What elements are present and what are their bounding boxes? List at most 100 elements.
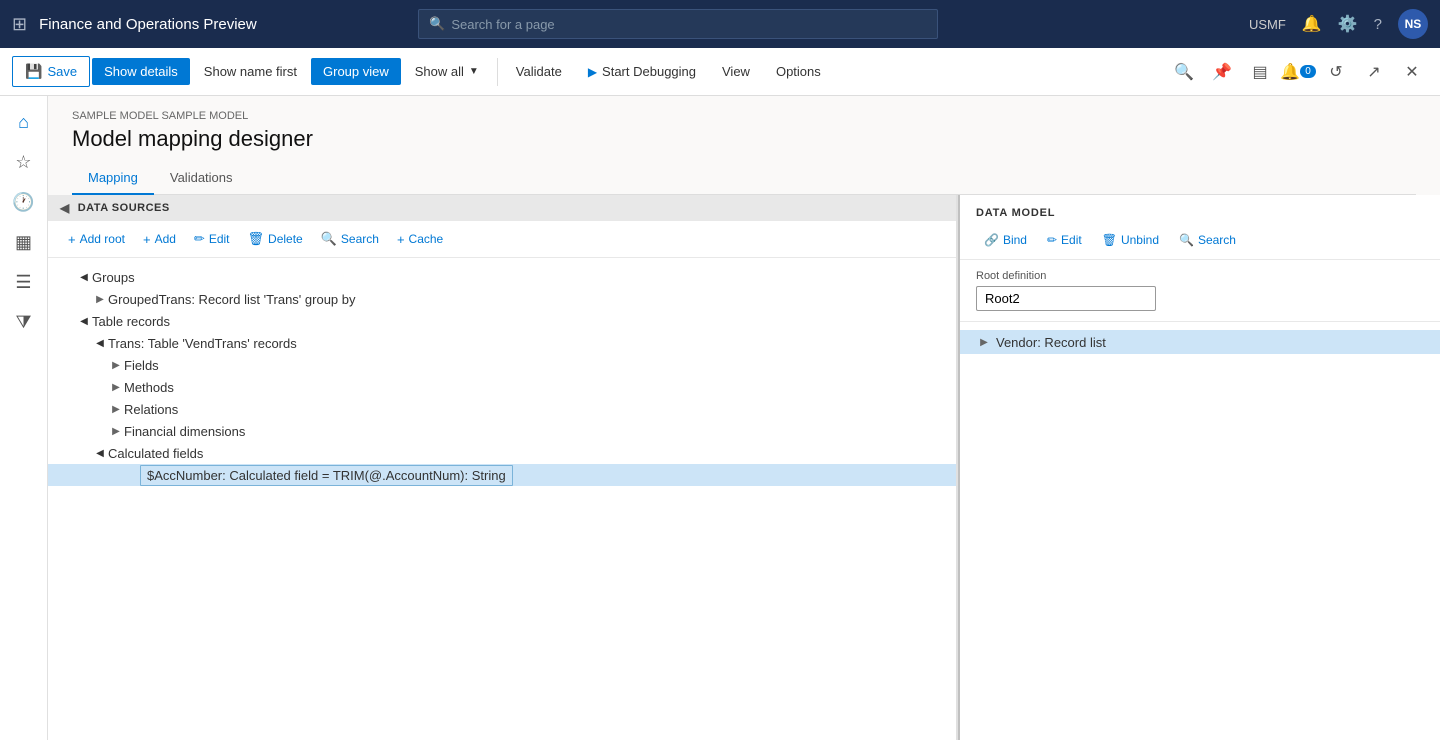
- show-name-first-button[interactable]: Show name first: [192, 58, 309, 85]
- expand-icon-grouped-trans: ▶: [92, 291, 108, 307]
- show-all-button[interactable]: Show all ▼: [403, 58, 491, 85]
- unbind-icon: 🗑: [1102, 233, 1117, 247]
- root-definition-input[interactable]: [976, 286, 1156, 311]
- expand-icon-relations: ▶: [108, 401, 124, 417]
- expand-icon-fin-dim: ▶: [108, 423, 124, 439]
- dm-search-button[interactable]: 🔍 Search: [1171, 229, 1244, 251]
- tree-item-calculated-fields[interactable]: ◀ Calculated fields: [48, 442, 956, 464]
- edit-icon: ✏: [194, 231, 205, 247]
- tree-item-relations[interactable]: ▶ Relations: [48, 398, 956, 420]
- user-org[interactable]: USMF: [1249, 17, 1286, 32]
- external-link-icon[interactable]: ↗: [1358, 56, 1390, 88]
- root-definition-section: Root definition: [960, 260, 1440, 322]
- ds-search-icon: 🔍: [321, 231, 337, 247]
- options-button[interactable]: Options: [764, 58, 833, 85]
- help-icon[interactable]: ?: [1374, 16, 1382, 33]
- add-root-icon: +: [68, 232, 76, 247]
- sidebar: ⌂ ☆ 🕐 ▦ ☰ ⧩: [0, 96, 48, 740]
- bind-button[interactable]: 🔗 Bind: [976, 229, 1035, 251]
- page-title: Model mapping designer: [72, 126, 1416, 152]
- dm-tree-item-vendor[interactable]: ▶ Vendor: Record list: [960, 330, 1440, 354]
- tree-item-table-records[interactable]: ◀ Table records: [48, 310, 956, 332]
- tab-validations[interactable]: Validations: [154, 162, 249, 195]
- data-sources-toolbar: + Add root + Add ✏ Edit 🗑 Delete: [48, 221, 956, 258]
- expand-icon-trans: ◀: [92, 335, 108, 351]
- refresh-button[interactable]: ↺: [1320, 56, 1352, 88]
- tree-item-methods[interactable]: ▶ Methods: [48, 376, 956, 398]
- tree-item-trans[interactable]: ◀ Trans: Table 'VendTrans' records: [48, 332, 956, 354]
- panel-icon[interactable]: ▤: [1244, 56, 1276, 88]
- save-button[interactable]: 💾 Save: [12, 56, 90, 87]
- edit-button[interactable]: ✏ Edit: [186, 227, 238, 251]
- data-sources-header: ◀ DATA SOURCES: [48, 195, 956, 221]
- sidebar-item-favorites[interactable]: ☆: [6, 144, 42, 180]
- show-details-button[interactable]: Show details: [92, 58, 190, 85]
- global-search[interactable]: 🔍: [418, 9, 938, 39]
- expand-icon-groups: ◀: [76, 269, 92, 285]
- split-pane: ◀ DATA SOURCES + Add root + Add ✏ Edit: [48, 195, 1440, 740]
- sidebar-item-workspaces[interactable]: ▦: [6, 224, 42, 260]
- chevron-down-icon: ▼: [469, 66, 479, 77]
- start-debugging-button[interactable]: ▶ Start Debugging: [576, 58, 708, 85]
- settings-icon[interactable]: ⚙️: [1338, 14, 1358, 34]
- cache-button[interactable]: + Cache: [389, 228, 451, 251]
- dm-edit-button[interactable]: ✏ Edit: [1039, 229, 1090, 251]
- pane-collapse-button[interactable]: ◀: [60, 201, 70, 215]
- tree-item-fields[interactable]: ▶ Fields: [48, 354, 956, 376]
- bind-icon: 🔗: [984, 233, 999, 247]
- expand-icon-fields: ▶: [108, 357, 124, 373]
- pane-divider[interactable]: [958, 195, 960, 740]
- global-search-input[interactable]: [451, 17, 927, 32]
- tab-mapping[interactable]: Mapping: [72, 162, 154, 195]
- expand-icon-calc-fields: ◀: [92, 445, 108, 461]
- breadcrumb: SAMPLE MODEL SAMPLE MODEL: [72, 110, 1416, 122]
- notifications-button[interactable]: 🔔 0: [1282, 56, 1314, 88]
- close-button[interactable]: ✕: [1396, 56, 1428, 88]
- app-title: Finance and Operations Preview: [39, 16, 257, 33]
- data-model-pane: DATA MODEL 🔗 Bind ✏ Edit 🗑 Unbind: [960, 195, 1440, 740]
- dm-search-icon: 🔍: [1179, 233, 1194, 247]
- main-layout: ⌂ ☆ 🕐 ▦ ☰ ⧩ SAMPLE MODEL SAMPLE MODEL Mo…: [0, 96, 1440, 740]
- validate-button[interactable]: Validate: [504, 58, 574, 85]
- sidebar-filter-icon[interactable]: ⧩: [6, 304, 42, 340]
- tree-item-groups[interactable]: ◀ Groups: [48, 266, 956, 288]
- avatar[interactable]: NS: [1398, 9, 1428, 39]
- add-icon: +: [143, 232, 151, 247]
- main-toolbar: 💾 Save Show details Show name first Grou…: [0, 48, 1440, 96]
- expand-icon-methods: ▶: [108, 379, 124, 395]
- show-all-dropdown[interactable]: Show all ▼: [403, 58, 491, 85]
- unbind-button[interactable]: 🗑 Unbind: [1094, 229, 1167, 251]
- sidebar-item-list[interactable]: ☰: [6, 264, 42, 300]
- cache-icon: +: [397, 232, 405, 247]
- debug-icon: ▶: [588, 65, 597, 79]
- acc-number-label: $AccNumber: Calculated field = TRIM(@.Ac…: [140, 465, 513, 486]
- view-button[interactable]: View: [710, 58, 762, 85]
- group-view-button[interactable]: Group view: [311, 58, 401, 85]
- grid-icon[interactable]: ⊞: [12, 14, 27, 35]
- content-area: SAMPLE MODEL SAMPLE MODEL Model mapping …: [48, 96, 1440, 740]
- tree-item-grouped-trans[interactable]: ▶ GroupedTrans: Record list 'Trans' grou…: [48, 288, 956, 310]
- tree-item-financial-dimensions[interactable]: ▶ Financial dimensions: [48, 420, 956, 442]
- pin-icon[interactable]: 📌: [1206, 56, 1238, 88]
- delete-button[interactable]: 🗑 Delete: [240, 227, 311, 251]
- add-button[interactable]: + Add: [135, 228, 184, 251]
- sidebar-item-recent[interactable]: 🕐: [6, 184, 42, 220]
- page-header: SAMPLE MODEL SAMPLE MODEL Model mapping …: [48, 96, 1440, 195]
- data-model-toolbar: 🔗 Bind ✏ Edit 🗑 Unbind 🔍 Search: [960, 225, 1440, 260]
- data-sources-pane: ◀ DATA SOURCES + Add root + Add ✏ Edit: [48, 195, 958, 740]
- add-root-button[interactable]: + Add root: [60, 228, 133, 251]
- search-icon: 🔍: [429, 16, 445, 32]
- ds-search-button[interactable]: 🔍 Search: [313, 227, 387, 251]
- expand-icon-vendor: ▶: [976, 334, 992, 350]
- sidebar-item-home[interactable]: ⌂: [6, 104, 42, 140]
- data-model-tree: ▶ Vendor: Record list: [960, 322, 1440, 740]
- top-nav-right: USMF 🔔 ⚙️ ? NS: [1249, 9, 1428, 39]
- notification-bell-icon: 🔔: [1280, 62, 1300, 82]
- toolbar-right: 🔍 📌 ▤ 🔔 0 ↺ ↗ ✕: [1168, 56, 1428, 88]
- bell-icon[interactable]: 🔔: [1302, 14, 1322, 34]
- tree-item-acc-number[interactable]: $AccNumber: Calculated field = TRIM(@.Ac…: [48, 464, 956, 486]
- save-icon: 💾: [25, 63, 42, 80]
- dm-edit-icon: ✏: [1047, 233, 1057, 247]
- search-toolbar-button[interactable]: 🔍: [1168, 56, 1200, 88]
- expand-icon-acc-number: [124, 467, 140, 483]
